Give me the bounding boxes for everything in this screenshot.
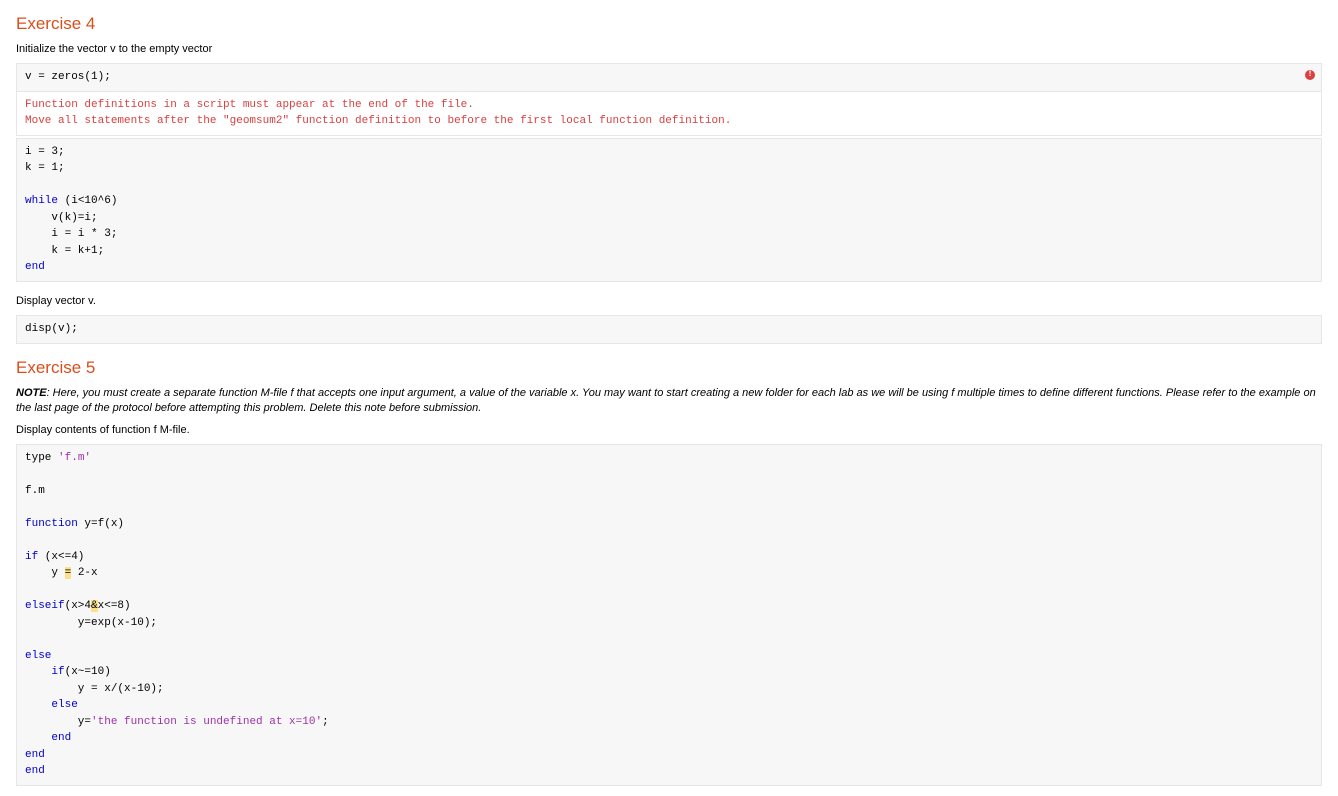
keyword-elseif: elseif <box>25 600 65 612</box>
note-label: NOTE <box>16 387 47 399</box>
ex4-prompt-1: Initialize the vector v to the empty vec… <box>16 42 1322 57</box>
keyword-function: function <box>25 518 78 530</box>
code-text: y= <box>25 716 91 728</box>
code-line: v(k)=i; <box>25 212 98 224</box>
code-line: f.m <box>25 485 45 497</box>
code-text: x<=8) <box>98 600 131 612</box>
highlight-amp: & <box>91 600 98 612</box>
note-body: : Here, you must create a separate funct… <box>16 387 1316 414</box>
ex4-error-output: Function definitions in a script must ap… <box>16 91 1322 136</box>
ex5-code: type 'f.m' f.m function y=f(x) if (x<=4)… <box>16 444 1322 786</box>
keyword-else-inner: else <box>25 699 78 711</box>
code-text: (x>4 <box>65 600 91 612</box>
ex5-note: NOTE: Here, you must create a separate f… <box>16 386 1322 417</box>
keyword-else: else <box>25 650 51 662</box>
code-line: disp(v); <box>25 323 78 335</box>
error-line: Function definitions in a script must ap… <box>25 99 474 111</box>
code-text: (i<10^6) <box>58 195 117 207</box>
error-line: Move all statements after the "geomsum2"… <box>25 115 731 127</box>
keyword-end: end <box>25 261 45 273</box>
ex4-code-1: v = zeros(1);! <box>16 63 1322 92</box>
code-line: k = k+1; <box>25 245 104 257</box>
exercise-5-title: Exercise 5 <box>16 358 1322 378</box>
code-text: type <box>25 452 58 464</box>
ex5-prompt-1: Display contents of function f M-file. <box>16 423 1322 438</box>
code-text: y <box>25 567 65 579</box>
code-text: (x<=4) <box>38 551 84 563</box>
ex4-code-2: i = 3; k = 1; while (i<10^6) v(k)=i; i =… <box>16 138 1322 282</box>
code-line: v = zeros(1); <box>25 71 111 83</box>
string-literal: 'the function is undefined at x=10' <box>91 716 322 728</box>
code-text: ; <box>322 716 329 728</box>
exercise-4-title: Exercise 4 <box>16 14 1322 34</box>
error-icon[interactable]: ! <box>1305 70 1315 80</box>
code-line: i = 3; <box>25 146 65 158</box>
keyword-end: end <box>25 765 45 777</box>
keyword-if: if <box>25 551 38 563</box>
code-line: i = i * 3; <box>25 228 117 240</box>
code-text: (x~=10) <box>65 666 111 678</box>
code-line: k = 1; <box>25 162 65 174</box>
keyword-if-inner: if <box>25 666 65 678</box>
string-literal: 'f.m' <box>58 452 91 464</box>
ex4-prompt-2: Display vector v. <box>16 294 1322 309</box>
keyword-while: while <box>25 195 58 207</box>
keyword-end: end <box>25 732 71 744</box>
code-line: y=exp(x-10); <box>25 617 157 629</box>
code-text: 2-x <box>71 567 97 579</box>
code-text: y=f(x) <box>78 518 124 530</box>
keyword-end: end <box>25 749 45 761</box>
ex4-code-3: disp(v); <box>16 315 1322 344</box>
code-line: y = x/(x-10); <box>25 683 164 695</box>
